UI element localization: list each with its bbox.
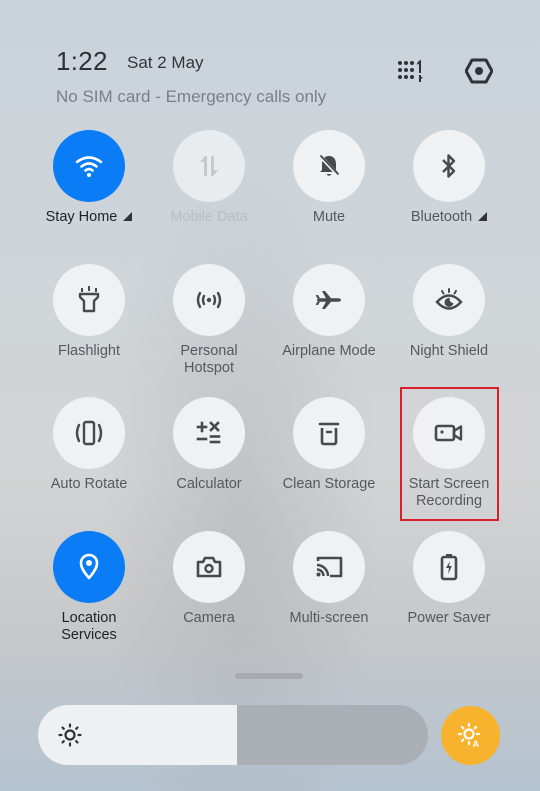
tile-label: Personal Hotspot	[180, 343, 238, 376]
auto-brightness-icon: A	[457, 722, 480, 749]
edit-tiles-grid-icon[interactable]	[396, 56, 426, 86]
date-label: Sat 2 May	[127, 53, 204, 72]
tile-auto-rotate[interactable]: Auto Rotate	[29, 397, 149, 493]
tile-label: Clean Storage	[282, 476, 376, 492]
power-saver-toggle[interactable]	[413, 531, 485, 603]
battery-saver-icon	[440, 554, 458, 581]
tile-label: Camera	[183, 610, 235, 626]
night-shield-toggle[interactable]	[413, 264, 485, 336]
video-camera-icon	[434, 424, 463, 442]
cast-icon	[316, 556, 343, 578]
tile-label: Location Services	[61, 610, 117, 643]
tile-label: Bluetooth	[389, 209, 509, 226]
tile-camera[interactable]: Camera	[149, 531, 269, 627]
tile-start-screen-recording[interactable]: Start Screen Recording	[389, 397, 509, 510]
wifi-icon	[75, 156, 103, 177]
auto-rotate-toggle[interactable]	[53, 397, 125, 469]
settings-icon[interactable]	[464, 56, 494, 86]
wifi-toggle[interactable]	[53, 130, 125, 202]
tile-label: Flashlight	[57, 343, 121, 359]
tile-night-shield[interactable]: Night Shield	[389, 264, 509, 360]
hotspot-toggle[interactable]	[173, 264, 245, 336]
auto-rotate-icon	[75, 420, 103, 446]
bell-off-icon	[318, 154, 340, 177]
tile-wifi[interactable]: Stay Home	[29, 130, 149, 226]
trash-icon	[318, 422, 340, 446]
clock-time: 1:22	[56, 46, 108, 76]
carrier-status: No SIM card - Emergency calls only	[56, 87, 327, 106]
tile-clean-storage[interactable]: Clean Storage	[269, 397, 389, 493]
tile-multi-screen[interactable]: Multi-screen	[269, 531, 389, 627]
tile-power-saver[interactable]: Power Saver	[389, 531, 509, 627]
svg-text:A: A	[472, 739, 479, 749]
flashlight-icon	[78, 286, 100, 313]
tile-label: Calculator	[176, 476, 242, 492]
tile-label: Stay Home	[29, 209, 149, 226]
mute-toggle[interactable]	[293, 130, 365, 202]
bluetooth-icon	[442, 154, 456, 178]
tile-label: Auto Rotate	[50, 476, 128, 492]
auto-brightness-button[interactable]: A	[441, 706, 500, 765]
mobile-data-icon	[200, 156, 218, 176]
calculator-icon	[196, 421, 221, 444]
tile-mobile-data[interactable]: Mobile Data	[149, 130, 269, 226]
tile-mute[interactable]: Mute	[269, 130, 389, 226]
tile-label: Night Shield	[409, 343, 489, 359]
tile-airplane-mode[interactable]: Airplane Mode	[269, 264, 389, 360]
tile-label: Mobile Data	[170, 209, 248, 225]
calculator-toggle[interactable]	[173, 397, 245, 469]
tile-flashlight[interactable]: Flashlight	[29, 264, 149, 360]
location-toggle[interactable]	[53, 531, 125, 603]
mobile-data-toggle[interactable]	[173, 130, 245, 202]
screen-recording-toggle[interactable]	[413, 397, 485, 469]
tile-personal-hotspot[interactable]: Personal Hotspot	[149, 264, 269, 377]
panel-drag-handle[interactable]	[235, 673, 303, 679]
multi-screen-toggle[interactable]	[293, 531, 365, 603]
clean-storage-toggle[interactable]	[293, 397, 365, 469]
expand-triangle-icon[interactable]	[478, 212, 488, 221]
tile-bluetooth[interactable]: Bluetooth	[389, 130, 509, 226]
bluetooth-toggle[interactable]	[413, 130, 485, 202]
flashlight-toggle[interactable]	[53, 264, 125, 336]
airplane-toggle[interactable]	[293, 264, 365, 336]
location-pin-icon	[79, 553, 99, 580]
camera-toggle[interactable]	[173, 531, 245, 603]
tile-label: Multi-screen	[289, 610, 369, 626]
tile-label: Power Saver	[407, 610, 491, 626]
tile-label: Airplane Mode	[282, 343, 376, 359]
airplane-icon	[316, 291, 341, 309]
tile-location-services[interactable]: Location Services	[29, 531, 149, 644]
tile-label: Start Screen Recording	[408, 476, 490, 509]
brightness-sun-icon	[58, 723, 82, 747]
hotspot-icon	[196, 291, 222, 309]
tile-calculator[interactable]: Calculator	[149, 397, 269, 493]
expand-triangle-icon[interactable]	[123, 212, 133, 221]
eye-icon	[435, 288, 463, 310]
camera-icon	[196, 556, 222, 578]
brightness-slider[interactable]	[38, 705, 428, 765]
tile-label: Mute	[312, 209, 346, 225]
